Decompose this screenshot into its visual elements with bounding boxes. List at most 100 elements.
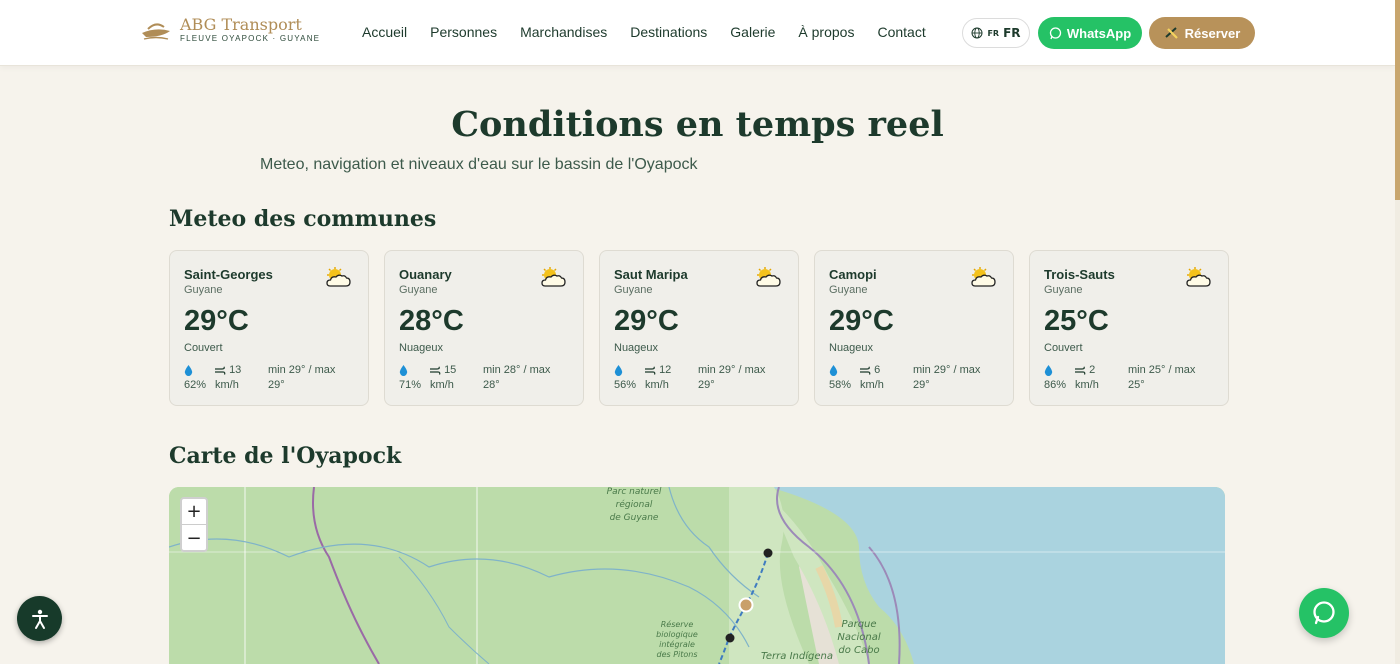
scrollbar[interactable] <box>1395 0 1400 664</box>
humidity: 62% <box>184 363 212 393</box>
nav-destinations[interactable]: Destinations <box>630 24 707 40</box>
temperature: 29°C <box>614 305 679 337</box>
ticket-icon <box>1165 27 1178 39</box>
humidity-value: 58% <box>829 379 852 391</box>
min-max-line2: 25° <box>1128 379 1145 391</box>
map-zoom-control: + − <box>180 497 208 552</box>
town-name: Trois-Sauts <box>1044 267 1115 282</box>
min-max-line2: 29° <box>698 379 715 391</box>
map-label-reserve-2: biologique <box>656 630 698 639</box>
whatsapp-chat-button[interactable] <box>1299 588 1349 638</box>
map-label-reserve-1: Réserve <box>661 619 694 629</box>
logo-title: ABG Transport <box>180 15 302 34</box>
nav-personnes[interactable]: Personnes <box>430 24 497 40</box>
whatsapp-icon <box>1049 26 1062 39</box>
logo[interactable]: ABG Transport FLEUVE OYAPOCK · GUYANE <box>140 16 320 44</box>
humidity: 71% <box>399 363 427 393</box>
wind: 2 km/h <box>1075 363 1120 393</box>
temperature: 25°C <box>1044 305 1109 337</box>
wind-icon <box>1075 366 1086 375</box>
weather-section-title: Meteo des communes <box>169 206 437 232</box>
language-selector[interactable]: FR FR <box>962 18 1030 48</box>
water-drop-icon <box>1044 364 1053 376</box>
temperature: 29°C <box>184 305 249 337</box>
map-label-cabo-3: do Cabo <box>838 645 879 656</box>
wind: 12 km/h <box>645 363 690 393</box>
wind-unit: km/h <box>1075 379 1099 391</box>
scrollbar-thumb[interactable] <box>1395 0 1400 200</box>
humidity: 58% <box>829 363 857 393</box>
wind-unit: km/h <box>860 379 884 391</box>
globe-icon <box>971 27 983 39</box>
map-label-terra: Terra Indígena <box>761 650 833 662</box>
min-max-line1: min 28° / max <box>483 364 551 376</box>
reserve-button[interactable]: Réserver <box>1149 17 1255 49</box>
cloudy-sun-icon <box>971 267 996 287</box>
min-max: min 29° / max 29° <box>698 363 796 393</box>
nav-a-propos[interactable]: À propos <box>798 24 854 40</box>
map-label-reserve-4: des Pitons <box>656 650 697 659</box>
min-max-line2: 29° <box>913 379 930 391</box>
wind-value: 15 <box>444 364 457 376</box>
site-header: ABG Transport FLEUVE OYAPOCK · GUYANE Ac… <box>0 0 1395 66</box>
chat-bubble-icon <box>1313 601 1335 625</box>
nav-galerie[interactable]: Galerie <box>730 24 775 40</box>
wind: 15 km/h <box>430 363 475 393</box>
condition: Couvert <box>1044 342 1083 354</box>
town-region: Guyane <box>184 284 223 296</box>
weather-cards: Saint-Georges Guyane 29°C Couvert 62% 13… <box>169 250 1229 406</box>
language-code-small: FR <box>987 28 1000 38</box>
wind-value: 2 <box>1089 364 1096 376</box>
min-max-line1: min 29° / max <box>268 364 336 376</box>
cloudy-sun-icon <box>1186 267 1211 287</box>
map-section-title: Carte de l'Oyapock <box>169 443 402 469</box>
weather-card: Saut Maripa Guyane 29°C Nuageux 56% 12 km… <box>599 250 799 406</box>
humidity-value: 62% <box>184 379 207 391</box>
min-max-line2: 29° <box>268 379 285 391</box>
town-name: Ouanary <box>399 267 452 282</box>
map-label-park-2: régional <box>616 499 653 510</box>
min-max: min 29° / max 29° <box>268 363 366 393</box>
town-region: Guyane <box>399 284 438 296</box>
town-region: Guyane <box>829 284 868 296</box>
whatsapp-button[interactable]: WhatsApp <box>1038 17 1142 49</box>
zoom-out-button[interactable]: − <box>182 525 206 550</box>
zoom-in-button[interactable]: + <box>182 499 206 525</box>
oyapock-map[interactable]: Parc naturel régional de Guyane Réserve … <box>169 487 1225 664</box>
logo-subtitle: FLEUVE OYAPOCK · GUYANE <box>180 34 321 43</box>
main-nav: Accueil Personnes Marchandises Destinati… <box>362 24 926 40</box>
temperature: 29°C <box>829 305 894 337</box>
nav-contact[interactable]: Contact <box>877 24 925 40</box>
nav-marchandises[interactable]: Marchandises <box>520 24 607 40</box>
condition: Nuageux <box>829 342 874 354</box>
whatsapp-label: WhatsApp <box>1066 25 1132 41</box>
water-drop-icon <box>184 364 193 376</box>
wind-value: 6 <box>874 364 881 376</box>
weather-card: Ouanary Guyane 28°C Nuageux 71% 15 km/h m… <box>384 250 584 406</box>
map-label-cabo-1: Parque <box>841 619 876 630</box>
min-max-line1: min 29° / max <box>698 364 766 376</box>
nav-accueil[interactable]: Accueil <box>362 24 407 40</box>
cloudy-sun-icon <box>756 267 781 287</box>
town-name: Saut Maripa <box>614 267 688 282</box>
map-label-cabo-2: Nacional <box>837 632 880 643</box>
wind-unit: km/h <box>645 379 669 391</box>
humidity-value: 56% <box>614 379 637 391</box>
wind-value: 12 <box>659 364 672 376</box>
map-label-park-3: de Guyane <box>610 513 659 523</box>
min-max-line2: 28° <box>483 379 500 391</box>
accessibility-button[interactable] <box>17 596 62 641</box>
wind-unit: km/h <box>215 379 239 391</box>
min-max-line1: min 25° / max <box>1128 364 1196 376</box>
min-max: min 29° / max 29° <box>913 363 1011 393</box>
language-code: FR <box>1003 26 1021 40</box>
weather-card: Camopi Guyane 29°C Nuageux 58% 6 km/h min… <box>814 250 1014 406</box>
wind: 13 km/h <box>215 363 260 393</box>
town-name: Saint-Georges <box>184 267 273 282</box>
water-drop-icon <box>399 364 408 376</box>
weather-card: Saint-Georges Guyane 29°C Couvert 62% 13… <box>169 250 369 406</box>
wind-icon <box>860 366 871 375</box>
min-max: min 25° / max 25° <box>1128 363 1226 393</box>
condition: Couvert <box>184 342 223 354</box>
condition: Nuageux <box>399 342 444 354</box>
